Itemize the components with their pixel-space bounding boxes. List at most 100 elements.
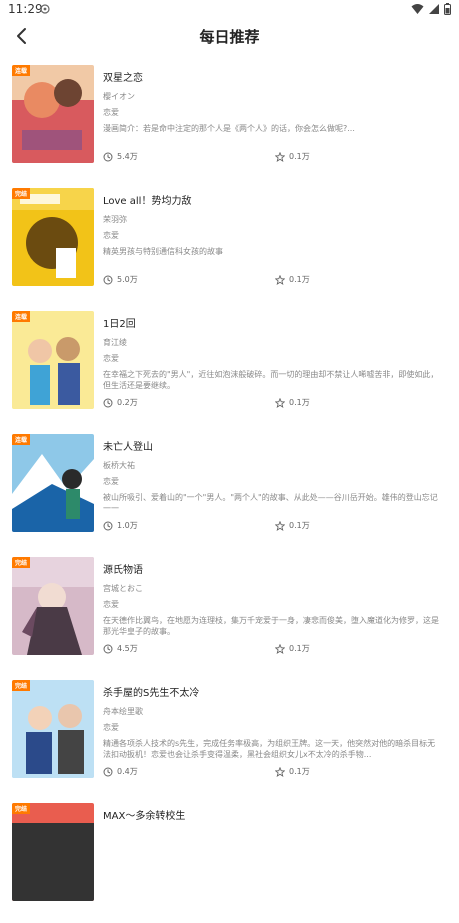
status-badge: 连载 <box>12 434 31 445</box>
list-item[interactable]: 完结 MAX～多余转校生 <box>0 800 459 923</box>
views-count: 5.0万 <box>103 274 138 285</box>
views-count: 5.4万 <box>103 151 138 162</box>
header: 每日推荐 <box>0 20 459 52</box>
views-value: 4.5万 <box>117 644 138 653</box>
views-value: 0.4万 <box>117 767 138 776</box>
item-stats: 5.4万 0.1万 <box>103 151 313 163</box>
likes-value: 0.1万 <box>289 152 310 161</box>
item-genre: 恋爱 <box>103 354 119 363</box>
cover-image[interactable]: 完结 <box>12 557 94 655</box>
cover-image[interactable]: 连载 <box>12 65 94 163</box>
list-item[interactable]: 完结 杀手屋的S先生不太冷 舟本绘里歌 恋爱 精通各项杀人技术的s先生，完成任务… <box>0 677 459 800</box>
favorite-button[interactable]: 0.1万 <box>275 274 310 285</box>
clock-icon <box>103 398 113 407</box>
likes-value: 0.1万 <box>289 275 310 284</box>
item-author: 舟本绘里歌 <box>103 707 143 716</box>
star-icon <box>275 151 285 162</box>
views-count: 4.5万 <box>103 643 138 654</box>
cover-image[interactable]: 完结 <box>12 188 94 286</box>
star-icon <box>275 766 285 777</box>
item-description: 精英男孩与特别通信科女孩的故事 <box>103 247 223 256</box>
item-title: MAX～多余转校生 <box>103 811 186 822</box>
favorite-button[interactable]: 0.1万 <box>275 520 310 531</box>
page-title: 每日推荐 <box>199 28 260 46</box>
item-info: Love all！势均力敌 荣羽弥 恋爱 精英男孩与特别通信科女孩的故事 <box>103 195 443 257</box>
item-description: 被山所吸引、爱着山的"一个"男人。"两个人"的故事、从此处——谷川岳开始。雄伟的… <box>103 493 438 513</box>
list-item[interactable]: 连载 未亡人登山 板桥大祐 恋爱 被山所吸引、爱着山的"一个"男人。"两个人"的… <box>0 431 459 554</box>
clock-icon <box>103 644 113 653</box>
likes-value: 0.1万 <box>289 521 310 530</box>
status-icons <box>411 3 451 15</box>
item-title: 杀手屋的S先生不太冷 <box>103 688 200 699</box>
signal-icon <box>428 3 440 15</box>
favorite-button[interactable]: 0.1万 <box>275 643 310 654</box>
favorite-button[interactable]: 0.1万 <box>275 766 310 777</box>
item-stats: 1.0万 0.1万 <box>103 520 313 532</box>
views-count: 0.4万 <box>103 766 138 777</box>
item-description: 在幸福之下死去的"男人"，近往如泡沫般破碎。而一切的理由却不禁让人唏嘘苦非，即使… <box>103 370 439 390</box>
views-count: 0.2万 <box>103 397 138 408</box>
battery-icon <box>444 3 451 15</box>
item-author: 宫城とおこ <box>103 584 143 593</box>
status-badge: 完结 <box>12 557 31 568</box>
status-badge: 完结 <box>12 680 31 691</box>
star-icon <box>275 397 285 408</box>
views-count: 1.0万 <box>103 520 138 531</box>
cover-image[interactable]: 连载 <box>12 311 94 409</box>
item-description: 在天德作比翼鸟，在地愿为连理枝，集万千宠爱于一身，凄悲而俊美，堕入魔道化为修罗，… <box>103 616 439 636</box>
views-value: 0.2万 <box>117 398 138 407</box>
item-title: 1日2回 <box>103 319 136 330</box>
item-stats: 4.5万 0.1万 <box>103 643 313 655</box>
views-value: 5.4万 <box>117 152 138 161</box>
item-author: 板桥大祐 <box>103 461 135 470</box>
item-info: 源氏物语 宫城とおこ 恋爱 在天德作比翼鸟，在地愿为连理枝，集万千宠爱于一身，凄… <box>103 564 443 637</box>
item-author: 樱イオン <box>103 92 135 101</box>
notification-icon <box>40 4 50 14</box>
item-title: Love all！势均力敌 <box>103 196 192 207</box>
recommendation-list: 连载 双星之恋 樱イオン 恋爱 漫画简介：若是命中注定的那个人是《两个人》的话，… <box>0 62 459 923</box>
item-info: 未亡人登山 板桥大祐 恋爱 被山所吸引、爱着山的"一个"男人。"两个人"的故事、… <box>103 441 443 514</box>
item-stats: 0.2万 0.1万 <box>103 397 313 409</box>
item-title: 未亡人登山 <box>103 442 153 453</box>
status-badge: 连载 <box>12 311 31 322</box>
item-description: 精通各项杀人技术的s先生，完成任务率极高，为组织王牌。这一天，他突然对他的暗杀目… <box>103 739 436 759</box>
clock-icon <box>103 521 113 530</box>
list-item[interactable]: 连载 1日2回 育江绫 恋爱 在幸福之下死去的"男人"，近往如泡沫般破碎。而一切… <box>0 308 459 431</box>
wifi-icon <box>411 3 424 15</box>
star-icon <box>275 274 285 285</box>
item-title: 双星之恋 <box>103 73 143 84</box>
favorite-button[interactable]: 0.1万 <box>275 397 310 408</box>
list-item[interactable]: 完结 源氏物语 宫城とおこ 恋爱 在天德作比翼鸟，在地愿为连理枝，集万千宠爱于一… <box>0 554 459 677</box>
list-item[interactable]: 完结 Love all！势均力敌 荣羽弥 恋爱 精英男孩与特别通信科女孩的故事 … <box>0 185 459 308</box>
status-badge: 连载 <box>12 65 31 76</box>
favorite-button[interactable]: 0.1万 <box>275 151 310 162</box>
star-icon <box>275 643 285 654</box>
status-time: 11:29 <box>8 2 43 16</box>
item-author: 荣羽弥 <box>103 215 127 224</box>
likes-value: 0.1万 <box>289 767 310 776</box>
item-author: 育江绫 <box>103 338 127 347</box>
item-genre: 恋爱 <box>103 723 119 732</box>
views-value: 1.0万 <box>117 521 138 530</box>
likes-value: 0.1万 <box>289 644 310 653</box>
star-icon <box>275 520 285 531</box>
clock-icon <box>103 275 113 284</box>
item-info: 双星之恋 樱イオン 恋爱 漫画简介：若是命中注定的那个人是《两个人》的话，你会怎… <box>103 72 443 134</box>
views-value: 5.0万 <box>117 275 138 284</box>
item-stats: 0.4万 0.1万 <box>103 766 313 778</box>
clock-icon <box>103 767 113 776</box>
cover-image[interactable]: 完结 <box>12 680 94 778</box>
clock-icon <box>103 152 113 161</box>
status-badge: 完结 <box>12 188 31 199</box>
status-badge: 完结 <box>12 803 31 814</box>
list-item[interactable]: 连载 双星之恋 樱イオン 恋爱 漫画简介：若是命中注定的那个人是《两个人》的话，… <box>0 62 459 185</box>
cover-image[interactable]: 连载 <box>12 434 94 532</box>
item-genre: 恋爱 <box>103 600 119 609</box>
item-genre: 恋爱 <box>103 231 119 240</box>
item-genre: 恋爱 <box>103 477 119 486</box>
cover-image[interactable]: 完结 <box>12 803 94 901</box>
item-description: 漫画简介：若是命中注定的那个人是《两个人》的话，你会怎么做呢?... <box>103 124 355 133</box>
item-stats: 5.0万 0.1万 <box>103 274 313 286</box>
likes-value: 0.1万 <box>289 398 310 407</box>
item-info: MAX～多余转校生 <box>103 810 443 824</box>
